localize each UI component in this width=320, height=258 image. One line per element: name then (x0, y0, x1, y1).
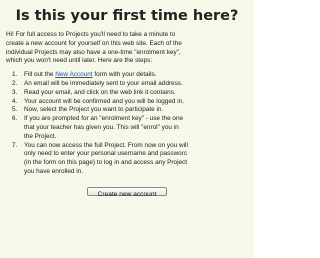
step-text: You can now access the full Project. Fro… (24, 141, 188, 149)
step-item: 3. Read your email, and click on the web… (0, 89, 252, 98)
button-row: Create new account (0, 183, 254, 201)
step-text: the Project. (24, 132, 57, 140)
step-text: Read your email, and click on the web li… (24, 88, 176, 96)
step-text: Fill out the New Account form with your … (24, 71, 252, 80)
step-text: Now, select the Project you want to part… (24, 106, 164, 114)
step-number: 2. (12, 79, 18, 87)
intro-text: Hi! For full access to Projects you'll n… (6, 31, 250, 66)
step-text: only need to enter your personal usernam… (24, 150, 188, 158)
intro-line: individual Projects may also have a one-… (6, 48, 181, 56)
step-item: 7. You can now access the full Project. … (0, 142, 252, 177)
step-number: 5. (12, 106, 18, 114)
step-item: 5. Now, select the Project you want to p… (0, 106, 252, 115)
step-text: (in the form on this page) to log in and… (24, 159, 188, 167)
intro-line: which you won't need until later. Here a… (6, 57, 153, 65)
step-number: 7. (12, 141, 18, 149)
signup-panel: Is this your first time here? Hi! For fu… (0, 0, 254, 258)
step-number: 6. (12, 115, 18, 123)
step-text: you have enrolled in. (24, 167, 83, 175)
step-number: 3. (12, 88, 18, 96)
step-text: that your teacher has given you. This wi… (24, 123, 179, 131)
intro-line: Hi! For full access to Projects you'll n… (6, 31, 176, 38)
step-number: 1. (12, 71, 18, 79)
intro-line: create a new account for yourself on thi… (6, 39, 182, 47)
step-item: 6. If you are prompted for an "enrolment… (0, 115, 252, 141)
step-item: 2. An email will be immediately sent to … (0, 80, 252, 89)
step-text-before: Fill out the (24, 71, 56, 79)
step-item: 1. Fill out the New Account form with yo… (0, 71, 252, 80)
step-item: 4. Your account will be confirmed and yo… (0, 98, 252, 107)
steps-list: 1. Fill out the New Account form with yo… (0, 71, 254, 177)
step-text: An email will be immediately sent to you… (24, 79, 183, 87)
step-text-after: form with your details. (92, 71, 157, 79)
create-account-button[interactable]: Create new account (86, 186, 168, 198)
new-account-link[interactable]: New Account (55, 71, 92, 78)
step-text: Your account will be confirmed and you w… (24, 97, 184, 105)
step-text: If you are prompted for an "enrolment ke… (24, 115, 184, 123)
step-number: 4. (12, 97, 18, 105)
page-title: Is this your first time here? (15, 8, 239, 24)
